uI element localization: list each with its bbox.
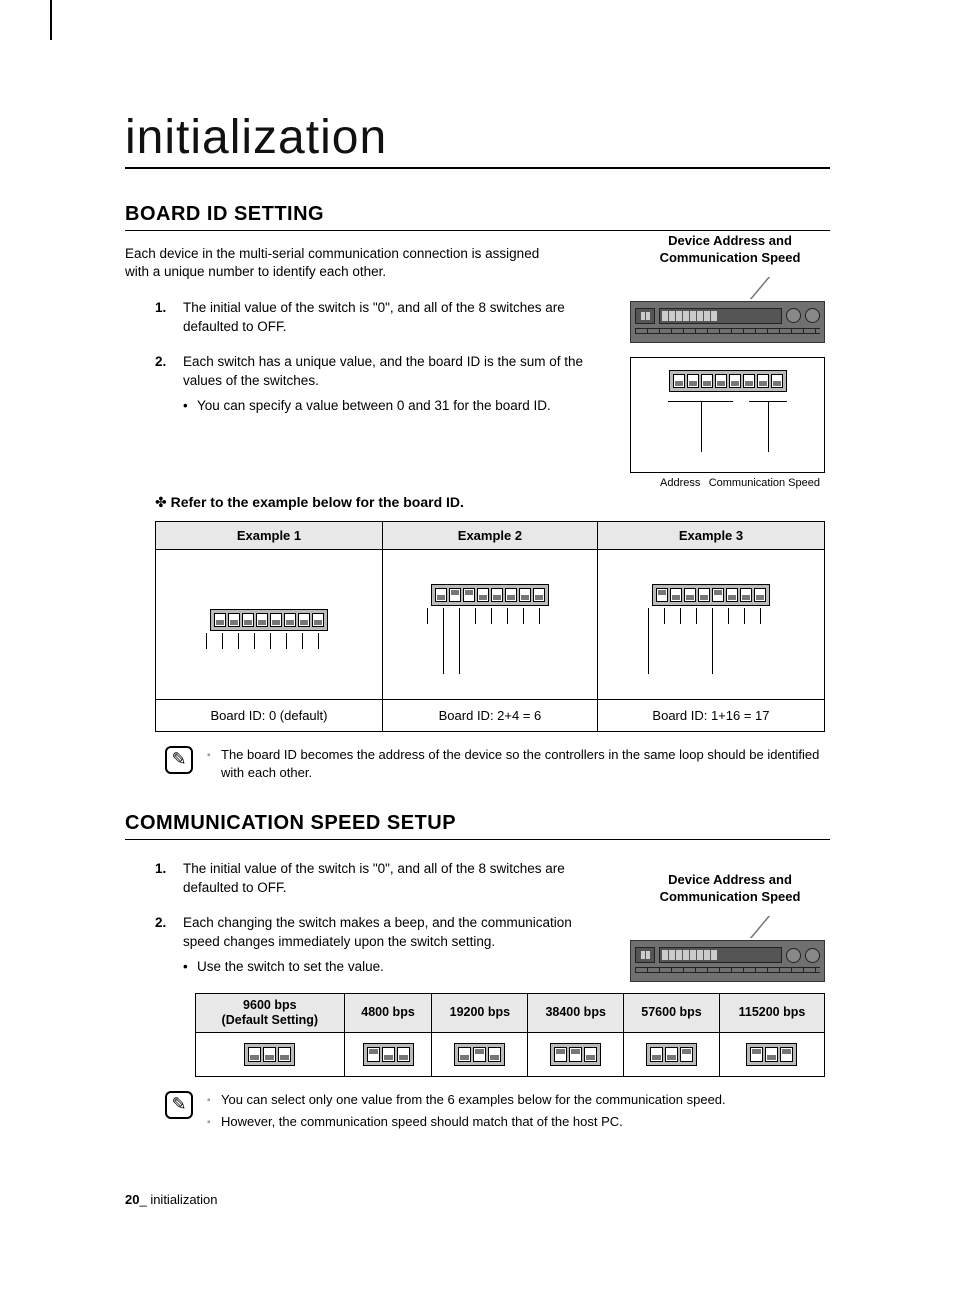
cs-step-2: 2.Each changing the switch makes a beep,… — [155, 914, 585, 977]
board-id-body: Each device in the multi-serial communic… — [125, 245, 830, 416]
footer-title: initialization — [150, 1192, 217, 1207]
example-header: Example 2 — [382, 521, 597, 549]
label-comm-speed: Communication Speed — [709, 477, 820, 489]
hardware-module-icon — [630, 940, 825, 982]
dip-switch-3 — [244, 1043, 295, 1066]
speed-header: 115200 bps — [719, 993, 824, 1032]
dip-switch-3 — [550, 1043, 601, 1066]
comm-speed-body: 1.The initial value of the switch is "0"… — [125, 860, 830, 976]
callout-line — [750, 277, 770, 299]
speed-dip-cell — [624, 1032, 720, 1076]
step-1: 1.The initial value of the switch is "0"… — [155, 299, 585, 337]
board-id-heading: BOARD ID SETTING — [125, 203, 830, 231]
example-subhead: Refer to the example below for the board… — [155, 494, 830, 511]
dip-switch-8 — [431, 584, 549, 606]
step-2: 2.Each switch has a unique value, and th… — [155, 353, 585, 416]
board-id-note: ✎ The board ID becomes the address of th… — [165, 746, 830, 786]
dip-switch-8 — [669, 370, 787, 392]
cs-step-1: 1.The initial value of the switch is "0"… — [155, 860, 585, 898]
cs-note-1: You can select only one value from the 6… — [207, 1091, 726, 1109]
hardware-module-icon — [630, 301, 825, 343]
step-2-bullet: You can specify a value between 0 and 31… — [183, 397, 585, 416]
comm-speed-heading: COMMUNICATION SPEED SETUP — [125, 812, 830, 840]
example-header: Example 3 — [597, 521, 824, 549]
dip-switch-3 — [646, 1043, 697, 1066]
comm-speed-figure: Device Address and Communication Speed — [630, 872, 830, 982]
example-label: Board ID: 2+4 = 6 — [382, 699, 597, 731]
speed-header: 4800 bps — [344, 993, 432, 1032]
chapter-title: initialization — [125, 110, 830, 169]
speed-dip-cell — [432, 1032, 528, 1076]
example-label: Board ID: 0 (default) — [156, 699, 383, 731]
callout-line — [750, 916, 770, 938]
note-icon: ✎ — [165, 1091, 193, 1119]
cs-note-2: However, the communication speed should … — [207, 1113, 726, 1131]
comm-speed-steps: 1.The initial value of the switch is "0"… — [155, 860, 585, 976]
speed-dip-cell — [196, 1032, 345, 1076]
page-content: initialization BOARD ID SETTING Each dev… — [125, 110, 830, 1135]
page-number: 20 — [125, 1192, 139, 1207]
page-crop-mark — [50, 0, 52, 40]
speed-header: 38400 bps — [528, 993, 624, 1032]
speed-dip-cell — [528, 1032, 624, 1076]
speed-header: 57600 bps — [624, 993, 720, 1032]
board-id-figure: Device Address and Communication Speed — [630, 233, 830, 489]
example-header: Example 1 — [156, 521, 383, 549]
label-address: Address — [660, 477, 700, 489]
speed-header: 9600 bps(Default Setting) — [196, 993, 345, 1032]
dip-detail-figure — [630, 357, 825, 473]
page-footer: 20_ initialization — [125, 1192, 218, 1207]
speed-header: 19200 bps — [432, 993, 528, 1032]
dip-switch-8 — [210, 609, 328, 631]
board-id-steps: 1.The initial value of the switch is "0"… — [155, 299, 585, 415]
comm-speed-table: 9600 bps(Default Setting)4800 bps19200 b… — [195, 993, 825, 1077]
dip-switch-3 — [746, 1043, 797, 1066]
dip-example-cell — [382, 549, 597, 699]
dip-example-cell — [597, 549, 824, 699]
cs-step-2-bullet: Use the switch to set the value. — [183, 958, 585, 977]
comm-speed-notes: ✎ You can select only one value from the… — [165, 1091, 830, 1135]
example-label: Board ID: 1+16 = 17 — [597, 699, 824, 731]
board-id-examples-table: Example 1 Example 2 Example 3 Board ID: … — [155, 521, 825, 732]
note-text: The board ID becomes the address of the … — [207, 746, 830, 782]
dip-switch-3 — [454, 1043, 505, 1066]
step-2-bullets: You can specify a value between 0 and 31… — [183, 397, 585, 416]
speed-dip-cell — [719, 1032, 824, 1076]
note-icon: ✎ — [165, 746, 193, 774]
speed-dip-cell — [344, 1032, 432, 1076]
board-id-intro: Each device in the multi-serial communic… — [125, 245, 565, 281]
dip-switch-8 — [652, 584, 770, 606]
dip-example-cell — [156, 549, 383, 699]
cs-figure-label: Device Address and Communication Speed — [630, 872, 830, 906]
dip-switch-3 — [363, 1043, 414, 1066]
figure-label: Device Address and Communication Speed — [630, 233, 830, 267]
